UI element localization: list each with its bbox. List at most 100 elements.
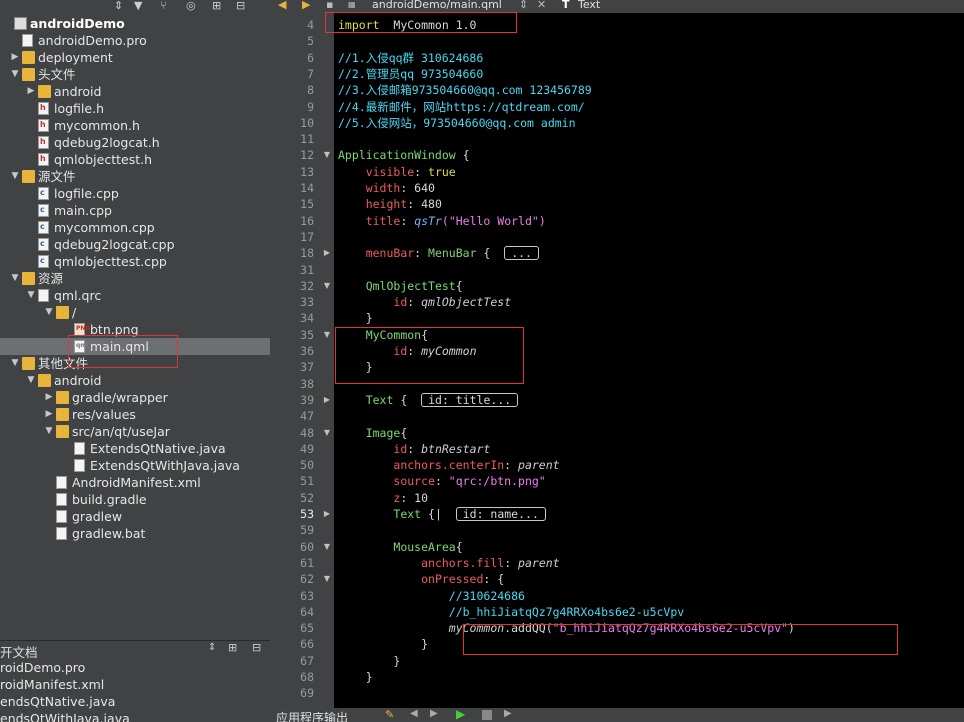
code-line[interactable]: anchors.centerIn: parent [338,457,559,473]
forward-arrow-icon[interactable]: ▶ [302,0,310,11]
collapsed-arrow-icon[interactable]: ▶ [44,389,54,406]
tree-item[interactable]: c qdebug2logcat.cpp [0,236,270,253]
tab-dropdown-icon[interactable]: ⇕ [519,0,528,11]
tree-item[interactable]: ▼ / [0,304,270,321]
tree-item[interactable]: androidDemo [0,15,270,32]
tree-item[interactable]: AndroidManifest.xml [0,474,270,491]
expanded-arrow-icon[interactable]: ▼ [10,355,20,372]
code-line[interactable]: z: 10 [338,490,428,506]
link-icon[interactable]: ⑂ [160,0,167,12]
tree-item[interactable]: gradlew.bat [0,525,270,542]
tree-item[interactable]: ▼ 资源 [0,270,270,287]
fold-expanded-icon[interactable]: ▼ [322,539,332,555]
tree-item[interactable]: ExtendsQtWithJava.java [0,457,270,474]
code-line[interactable]: Text { id: title... [338,392,519,408]
run-icon[interactable]: ▶ [456,708,468,721]
code-line[interactable]: visible: true [338,164,456,180]
sync-icon[interactable]: ◎ [186,0,196,12]
attach-icon[interactable]: ▶ [504,708,516,720]
tree-item[interactable]: ▼ src/an/qt/useJar [0,423,270,440]
clear-brush-icon[interactable]: ✎ [385,708,397,721]
tree-item[interactable]: h mycommon.h [0,117,270,134]
tree-item[interactable]: c mycommon.cpp [0,219,270,236]
tree-item[interactable]: c logfile.cpp [0,185,270,202]
collapsed-arrow-icon[interactable]: ▶ [44,406,54,423]
code-line[interactable]: MouseArea{ [338,539,462,555]
stop-icon[interactable] [482,710,492,720]
fold-collapsed-icon[interactable]: ▶ [322,506,332,522]
tree-item[interactable]: androidDemo.pro [0,32,270,49]
filter-icon[interactable]: ▼ [134,0,142,12]
code-line[interactable]: //b_hhiJiatqQz7g4RRXo4bs6e2-u5cVpv [338,604,684,620]
fold-expanded-icon[interactable]: ▼ [322,425,332,441]
tree-item[interactable]: ▶ gradle/wrapper [0,389,270,406]
open-document-item[interactable]: roidDemo.pro [0,659,85,676]
expanded-arrow-icon[interactable]: ▼ [10,168,20,185]
tree-item[interactable]: gradlew [0,508,270,525]
expanded-arrow-icon[interactable]: ▼ [10,270,20,287]
expanded-arrow-icon[interactable]: ▼ [26,372,36,389]
code-line[interactable]: } [338,653,400,669]
tree-item[interactable]: ▶ deployment [0,49,270,66]
close-tab-icon[interactable]: ✕ [537,0,546,11]
expanded-arrow-icon[interactable]: ▼ [10,66,20,83]
code-line[interactable]: height: 480 [338,196,442,212]
expanded-arrow-icon[interactable]: ▼ [26,287,36,304]
expanded-arrow-icon[interactable]: ▼ [44,423,54,440]
symbol-combo[interactable]: Text [578,0,600,11]
fold-expanded-icon[interactable]: ▼ [322,278,332,294]
code-line[interactable]: id: qmlObjectTest [338,294,511,310]
code-line[interactable]: Image{ [338,425,408,441]
code-line[interactable]: //5.入侵网站，973504660@qq.com admin [338,115,576,131]
collapsed-block-marker[interactable]: ... [504,246,539,261]
code-line[interactable]: onPressed: { [338,571,504,587]
collapsed-arrow-icon[interactable]: ▶ [10,49,20,66]
code-line[interactable]: //4.最新邮件，网站https://qtdream.com/ [338,99,585,115]
code-line[interactable]: Text {| id: name... [338,506,546,522]
code-line[interactable]: menuBar: MenuBar { ... [338,245,539,261]
close-pane-icon[interactable]: ⊟ [252,641,261,654]
open-document-item[interactable]: endsQtWithJava.java [0,710,130,722]
tree-item[interactable]: ▶ android [0,83,270,100]
tree-item[interactable]: ExtendsQtNative.java [0,440,270,457]
code-line[interactable]: } [338,636,428,652]
code-line[interactable]: //310624686 [338,588,525,604]
code-line[interactable]: ApplicationWindow { [338,147,470,163]
close-pane-icon[interactable]: ⊟ [236,0,245,12]
previous-icon[interactable]: ◀ [410,708,422,720]
tree-item[interactable]: h qmlobjecttest.h [0,151,270,168]
fold-expanded-icon[interactable]: ▼ [322,571,332,587]
tree-item[interactable]: c main.cpp [0,202,270,219]
code-line[interactable]: } [338,669,373,685]
collapsed-arrow-icon[interactable]: ▶ [26,83,36,100]
collapsed-block-marker[interactable]: id: name... [455,507,546,521]
code-line[interactable]: source: "qrc:/btn.png" [338,473,545,489]
code-line[interactable]: //2.管理员qq 973504660 [338,66,483,82]
tree-item[interactable]: ▼ 头文件 [0,66,270,83]
file-tab[interactable]: androidDemo/main.qml [372,0,502,11]
tree-item[interactable]: c qmlobjecttest.cpp [0,253,270,270]
open-document-item[interactable]: endsQtNative.java [0,693,115,710]
code-line[interactable]: width: 640 [338,180,435,196]
tree-item[interactable]: ▼ 源文件 [0,168,270,185]
tree-item[interactable]: build.gradle [0,491,270,508]
code-line[interactable]: title: qsTr("Hello World") [338,213,546,229]
application-output-label[interactable]: 应用程序输出 [276,709,348,722]
tree-item[interactable]: ▼ android [0,372,270,389]
code-line[interactable]: QmlObjectTest{ [338,278,463,294]
split-icon[interactable]: ⊞ [212,0,221,12]
code-line[interactable]: //1.入侵qq群 310624686 [338,50,483,66]
tree-item[interactable]: h logfile.h [0,100,270,117]
collapsed-block-marker[interactable]: id: title... [421,392,519,407]
split-icon[interactable]: ⊞ [228,641,237,654]
fold-expanded-icon[interactable]: ▼ [322,147,332,163]
fold-expanded-icon[interactable]: ▼ [322,327,332,343]
sort-updown-icon[interactable]: ⇕ [114,0,123,12]
sort-updown-icon[interactable]: ⇕ [208,642,216,653]
expanded-arrow-icon[interactable]: ▼ [44,304,54,321]
tree-item[interactable]: ▶ res/values [0,406,270,423]
tree-item[interactable]: h qdebug2logcat.h [0,134,270,151]
code-line[interactable]: //3.入侵邮箱973504660@qq.com 123456789 [338,82,592,98]
open-document-item[interactable]: roidManifest.xml [0,676,104,693]
back-arrow-icon[interactable]: ◀ [278,0,286,11]
